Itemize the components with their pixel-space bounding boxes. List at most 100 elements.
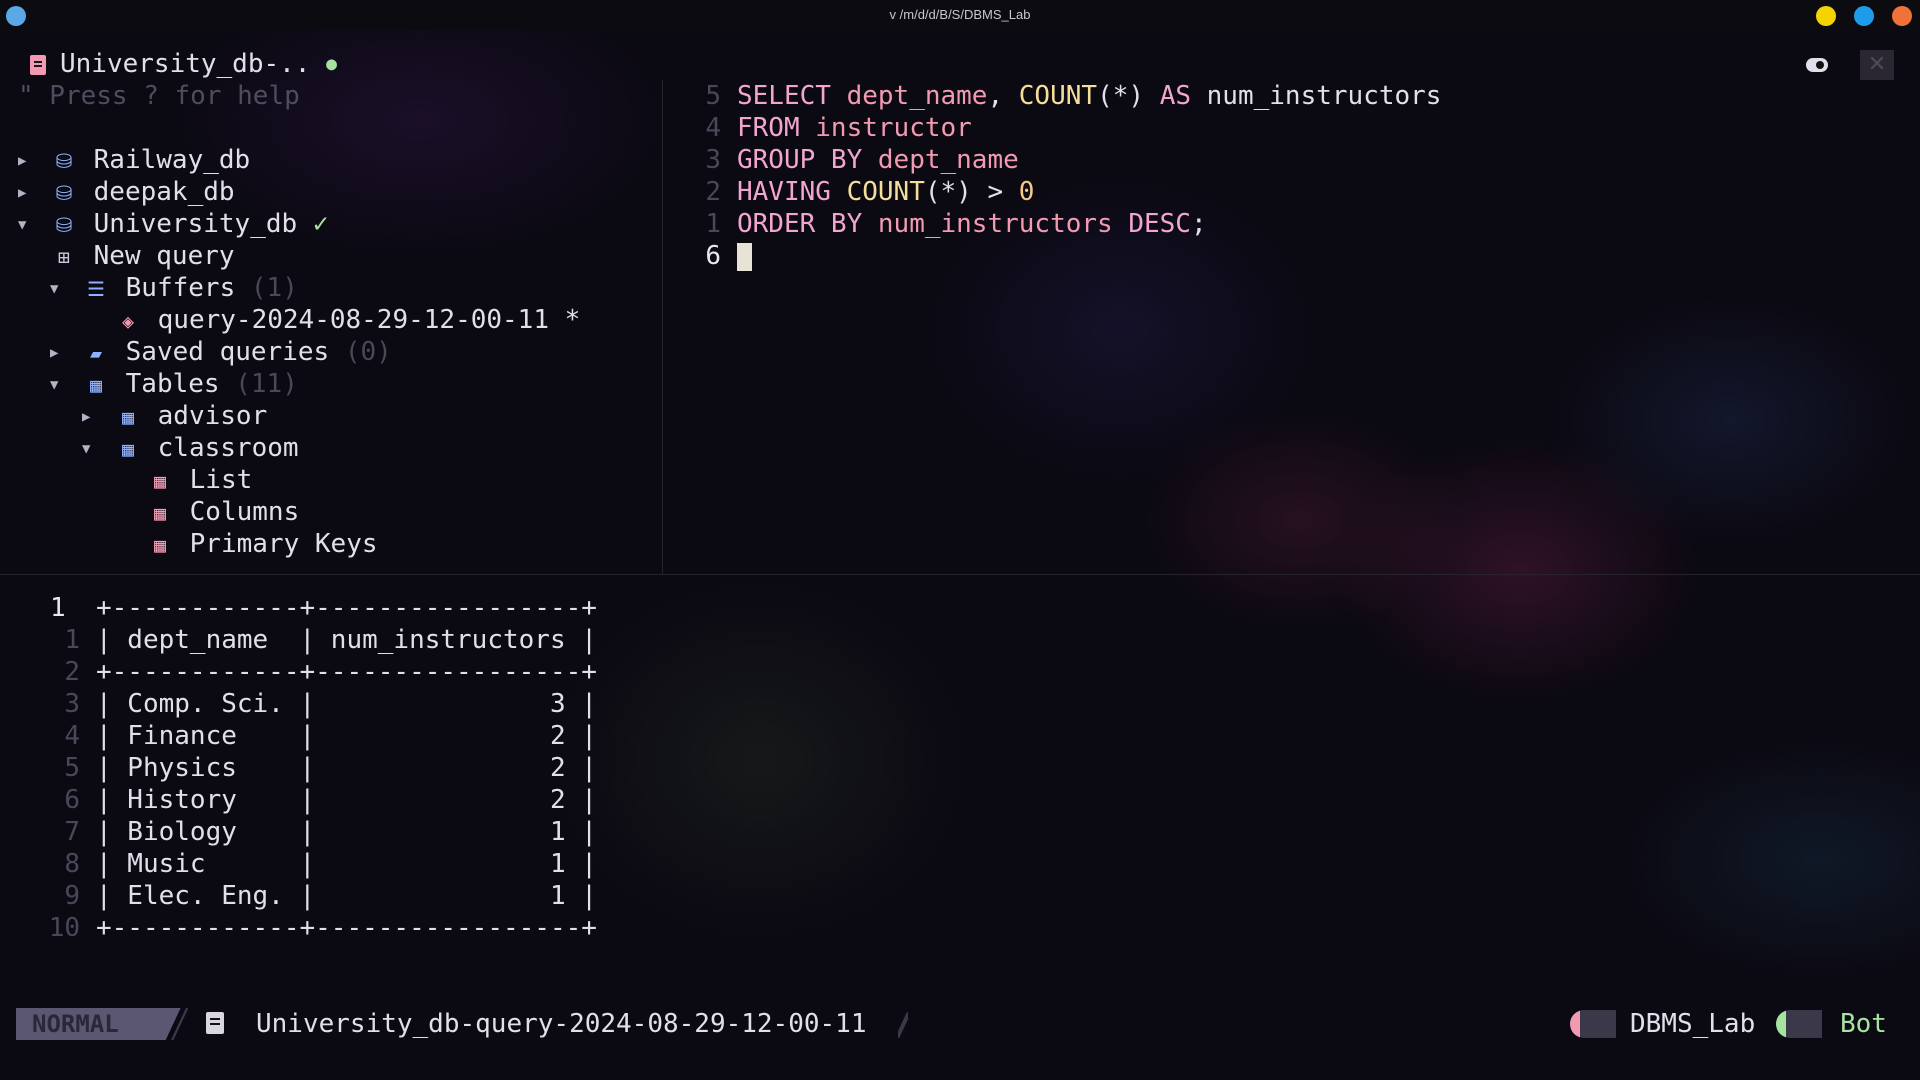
tree-item-railway-db[interactable]: ▶ ⛁ Railway_db — [18, 144, 250, 176]
maximize-button[interactable] — [1854, 6, 1874, 26]
vertical-split-divider[interactable] — [662, 80, 663, 574]
editor-line[interactable]: 3 GROUP BY dept_name — [695, 144, 1018, 176]
tree-item-label: classroom — [157, 433, 299, 463]
result-line[interactable]: 4 | Finance | 2 | — [28, 720, 597, 752]
result-text: +------------+-----------------+ — [96, 913, 597, 943]
folder-icon: ▰ — [89, 340, 103, 365]
tree-item-label: New query — [93, 241, 235, 271]
line-number: 2 — [705, 177, 721, 207]
buffer-stack-icon: ◈ — [121, 308, 135, 333]
line-number: 1 — [705, 209, 721, 239]
table-helper-icon: ▦ — [153, 532, 167, 557]
result-line[interactable]: 10 +------------+-----------------+ — [28, 912, 597, 944]
code-token: COUNT — [1018, 81, 1098, 111]
tree-item-label: deepak_db — [93, 177, 235, 207]
line-number: 1 — [64, 625, 80, 655]
result-text: | History | 2 | — [96, 785, 597, 815]
code-token: , — [987, 81, 1019, 111]
editor-line[interactable]: 4 FROM instructor — [695, 112, 971, 144]
tree-item-classroom[interactable]: ▼ ▦ classroom — [82, 432, 299, 464]
position-pill-icon — [1776, 1010, 1822, 1038]
line-number: 8 — [64, 849, 80, 879]
tree-item-new-query[interactable]: ⊞ New query — [50, 240, 235, 272]
table-icon: ▦ — [89, 372, 103, 397]
close-window-button[interactable] — [1892, 6, 1912, 26]
editor-line[interactable]: 5 SELECT dept_name, COUNT(*) AS num_instr… — [695, 80, 1441, 112]
expand-arrow-icon[interactable]: ▶ — [18, 145, 50, 177]
expand-arrow-icon[interactable]: ▶ — [50, 337, 82, 369]
item-count: (0) — [344, 337, 392, 367]
toggle-icon[interactable] — [1806, 58, 1828, 72]
table-icon: ▦ — [121, 404, 135, 429]
editor-line[interactable]: 1 ORDER BY num_instructors DESC; — [695, 208, 1206, 240]
code-token: num_instructors — [1206, 81, 1442, 111]
minimize-button[interactable] — [1816, 6, 1836, 26]
result-line[interactable]: 3 | Comp. Sci. | 3 | — [28, 688, 597, 720]
tree-item-label: List — [189, 465, 253, 495]
code-token: SELECT — [737, 81, 847, 111]
result-line[interactable]: 1 +------------+-----------------+ — [28, 592, 597, 624]
item-count: (1) — [250, 273, 298, 303]
result-line[interactable]: 1 | dept_name | num_instructors | — [28, 624, 597, 656]
mode-separator — [162, 1008, 188, 1040]
horizontal-split-divider[interactable] — [0, 574, 1920, 575]
result-line[interactable]: 5 | Physics | 2 | — [28, 752, 597, 784]
result-text: +------------+-----------------+ — [96, 657, 597, 687]
tree-item-label: query-2024-08-29-12-00-11 * — [157, 305, 581, 335]
result-text: | dept_name | num_instructors | — [96, 625, 597, 655]
close-tab-button[interactable]: ✕ — [1860, 50, 1894, 80]
filename-separator — [898, 1012, 908, 1038]
collapse-arrow-icon[interactable]: ▼ — [50, 369, 82, 401]
code-token: GROUP BY — [737, 145, 878, 175]
code-token: FROM — [737, 113, 816, 143]
statusline: NORMAL University_db-query-2024-08-29-12… — [16, 1006, 1904, 1042]
tree-item-primary-keys[interactable]: ▦ Primary Keys — [146, 528, 378, 560]
collapse-arrow-icon[interactable]: ▼ — [50, 273, 82, 305]
code-token: AS — [1159, 81, 1207, 111]
code-token: HAVING — [737, 177, 847, 207]
mode-indicator: NORMAL — [16, 1008, 162, 1040]
item-count: (11) — [235, 369, 298, 399]
expand-arrow-icon[interactable]: ▶ — [82, 401, 114, 433]
db-explorer-tree: ▶ ⛁ Railway_db ▶ ⛁ deepak_db ▼ ⛁ University… — [18, 48, 658, 573]
table-helper-icon: ▦ — [153, 500, 167, 525]
line-number: 5 — [705, 81, 721, 111]
tree-item-deepak-db[interactable]: ▶ ⛁ deepak_db — [18, 176, 235, 208]
result-line[interactable]: 7 | Biology | 1 | — [28, 816, 597, 848]
text-cursor — [737, 242, 752, 271]
result-line[interactable]: 2 +------------+-----------------+ — [28, 656, 597, 688]
code-token: 0 — [1018, 177, 1035, 207]
tree-item-label: University_db — [93, 209, 298, 239]
tree-item-tables[interactable]: ▼ ▦ Tables (11) — [50, 368, 298, 400]
line-number: 10 — [48, 913, 80, 943]
tree-item-list[interactable]: ▦ List — [146, 464, 252, 496]
result-text: | Elec. Eng. | 1 | — [96, 881, 597, 911]
tree-item-label: Railway_db — [93, 145, 251, 175]
line-number: 6 — [64, 785, 80, 815]
result-line[interactable]: 6 | History | 2 | — [28, 784, 597, 816]
folder-pill-icon — [1570, 1010, 1616, 1038]
result-line[interactable]: 8 | Music | 1 | — [28, 848, 597, 880]
tree-item-advisor[interactable]: ▶ ▦ advisor — [82, 400, 267, 432]
collapse-arrow-icon[interactable]: ▼ — [82, 433, 114, 465]
code-token: (*) — [1097, 81, 1160, 111]
line-number: 3 — [64, 689, 80, 719]
result-text: | Comp. Sci. | 3 | — [96, 689, 597, 719]
statusline-position: Bot — [1840, 1009, 1887, 1039]
editor-line[interactable]: 6 — [695, 240, 752, 272]
tree-item-university-db[interactable]: ▼ ⛁ University_db ✓ — [18, 208, 328, 240]
editor-line[interactable]: 2 HAVING COUNT(*) > 0 — [695, 176, 1034, 208]
tree-item-buffers[interactable]: ▼ ☰ Buffers (1) — [50, 272, 298, 304]
result-line[interactable]: 9 | Elec. Eng. | 1 | — [28, 880, 597, 912]
collapse-arrow-icon[interactable]: ▼ — [18, 209, 50, 241]
expand-arrow-icon[interactable]: ▶ — [18, 177, 50, 209]
code-token: ORDER BY — [737, 209, 878, 239]
line-number: 4 — [64, 721, 80, 751]
tree-item-buffer-query[interactable]: ◈ query-2024-08-29-12-00-11 * — [114, 304, 580, 336]
code-token: (*) > — [924, 177, 1019, 207]
code-token: COUNT — [846, 177, 925, 207]
tree-item-columns[interactable]: ▦ Columns — [146, 496, 299, 528]
tree-item-saved-queries[interactable]: ▶ ▰ Saved queries (0) — [50, 336, 392, 368]
result-text: +------------+-----------------+ — [96, 593, 597, 623]
line-number: 7 — [64, 817, 80, 847]
